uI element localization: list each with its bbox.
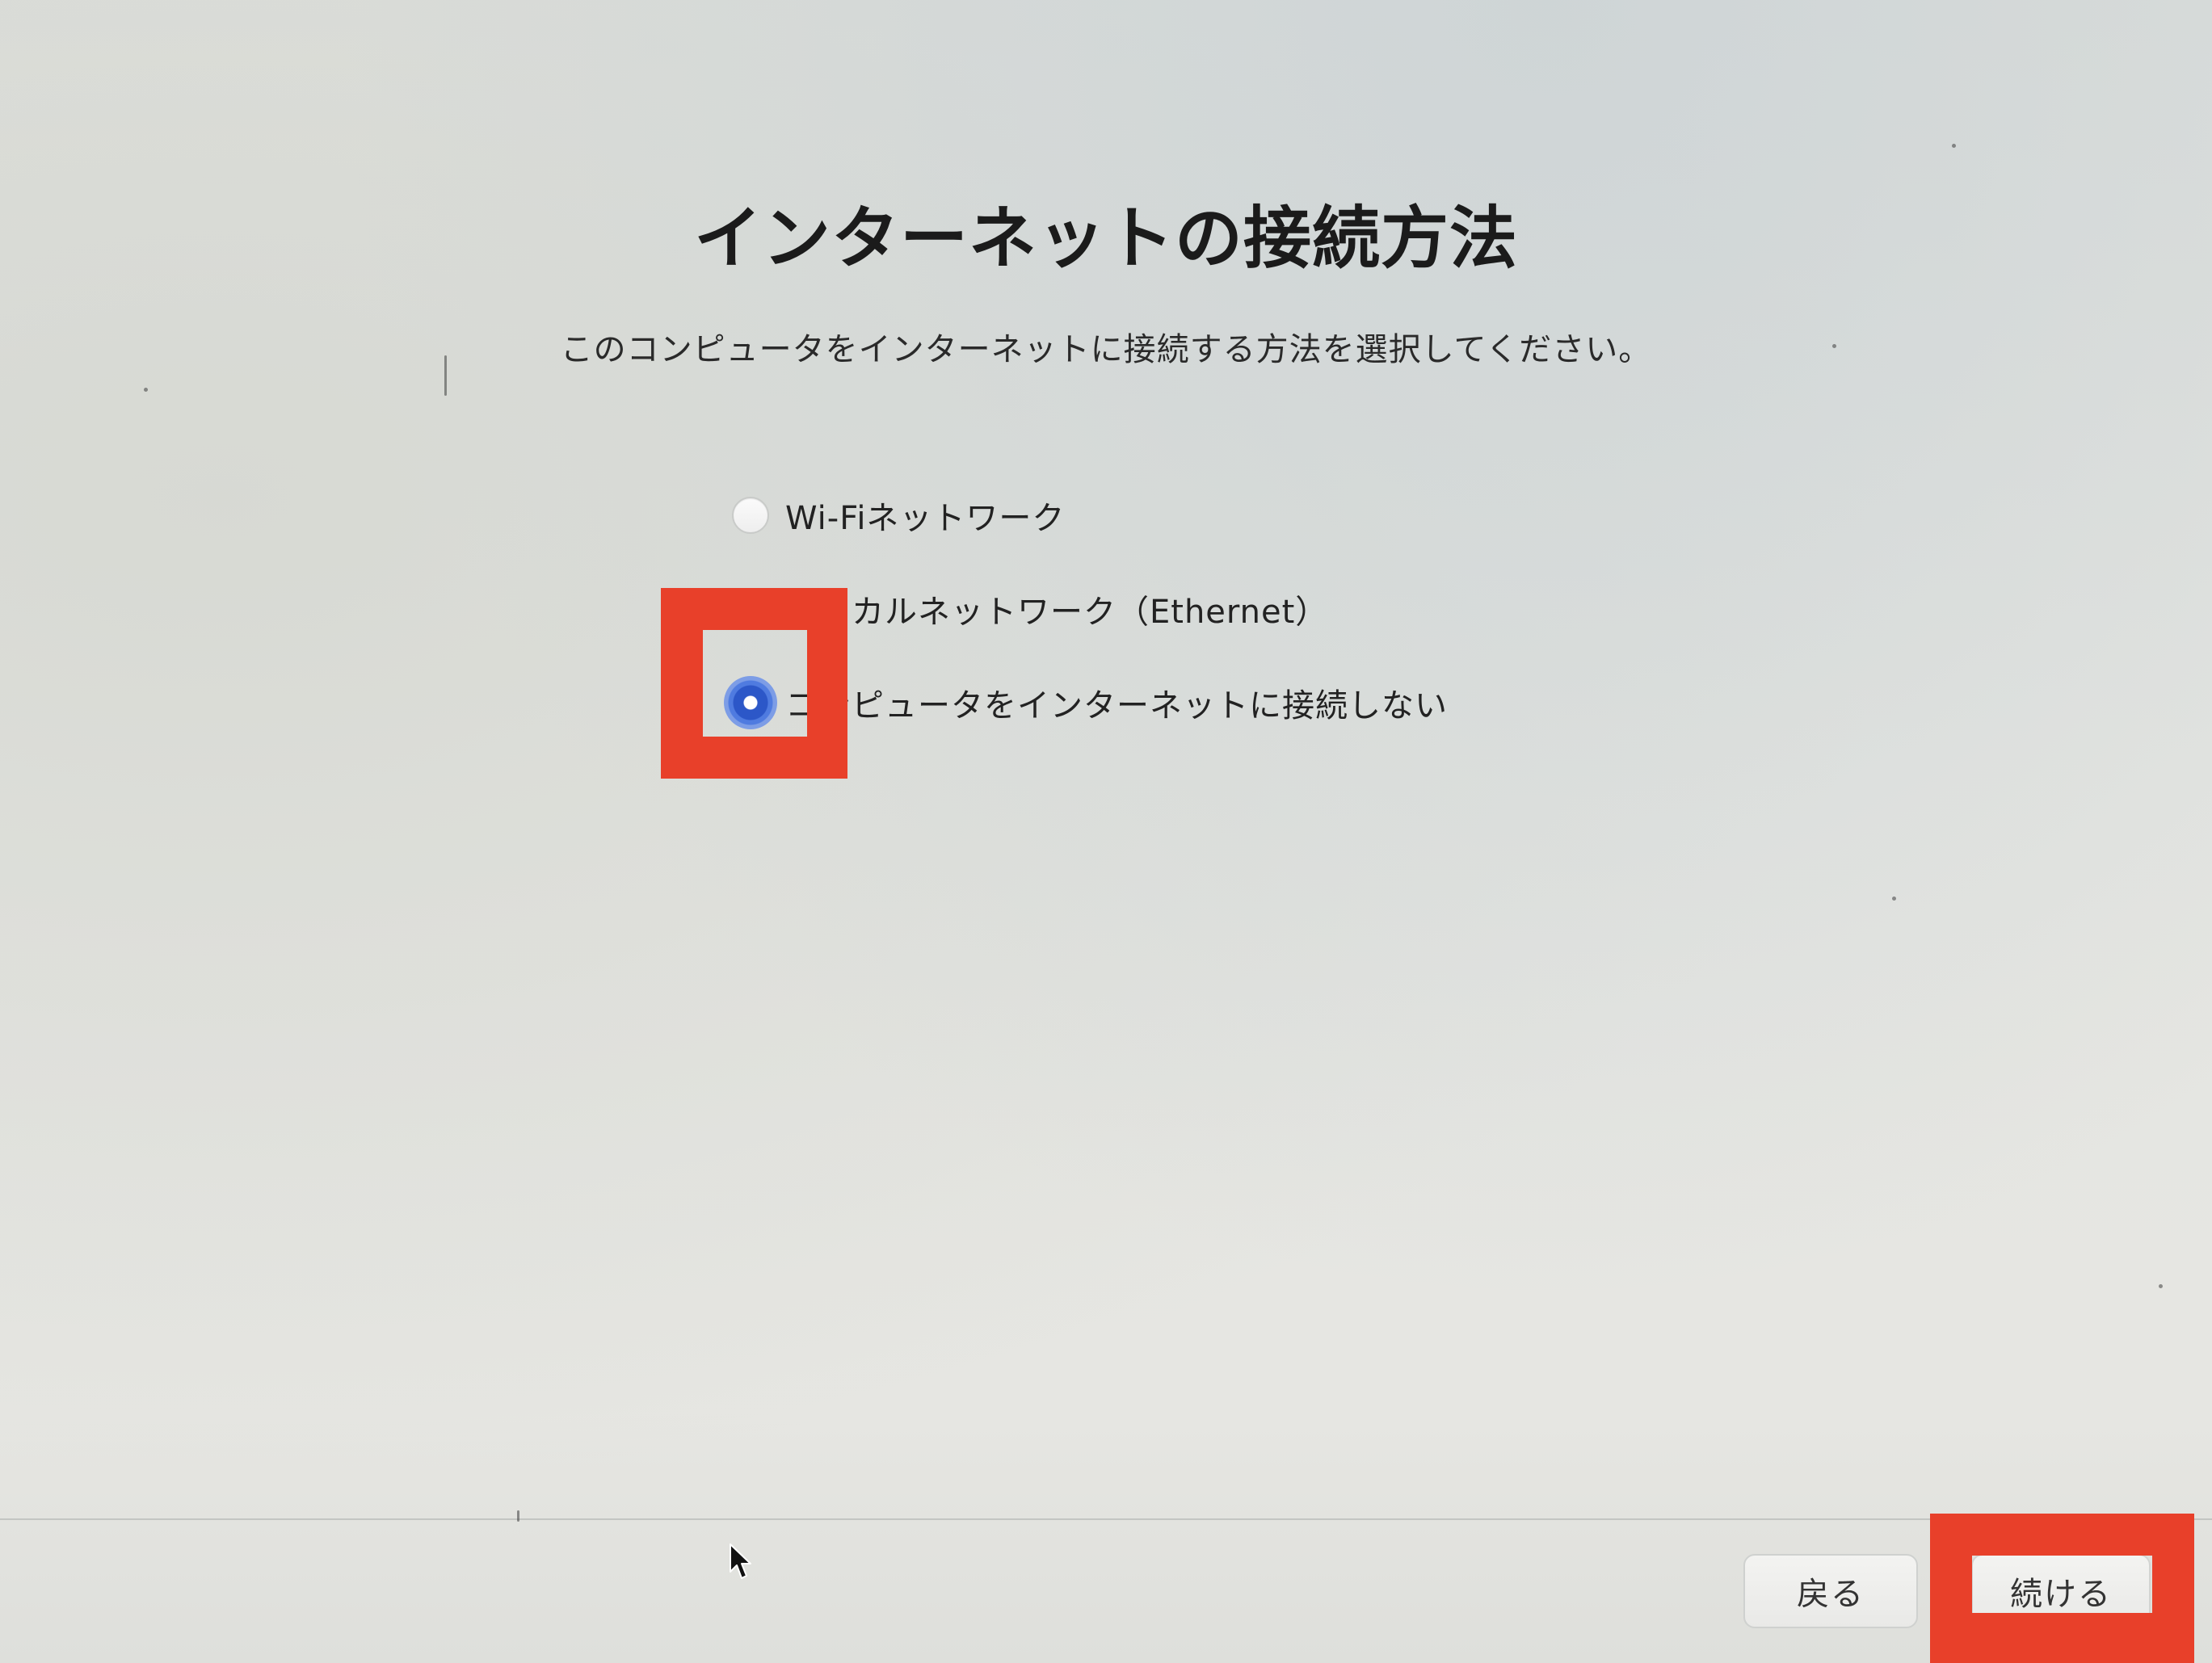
setup-assistant-screen: インターネットの接続方法 このコンピュータをインターネットに接続する方法を選択し… (0, 0, 2212, 1663)
page-title: インターネットの接続方法 (693, 199, 1518, 278)
screen-speck (144, 388, 148, 392)
screen-speck (1892, 897, 1896, 901)
page-subtitle: このコンピュータをインターネットに接続する方法を選択してください。 (560, 331, 1652, 368)
screen-speck (1952, 144, 1956, 148)
screen-speck (2159, 1284, 2163, 1288)
continue-button[interactable]: 続ける (1971, 1554, 2151, 1628)
option-ethernet-label: ローカルネットワーク（Ethernet） (785, 594, 1329, 631)
connection-options: Wi-Fiネットワーク ローカルネットワーク（Ethernet） コンピュータを… (724, 468, 1782, 750)
option-no-connection-label: コンピュータをインターネットに接続しない (785, 687, 1448, 724)
back-button[interactable]: 戻る (1743, 1554, 1918, 1628)
mouse-pointer-icon (730, 1543, 751, 1579)
option-wifi[interactable]: Wi-Fiネットワーク (732, 468, 1782, 562)
option-wifi-label: Wi-Fiネットワーク (785, 500, 1066, 537)
screen-speck (517, 1510, 519, 1522)
radio-ethernet[interactable] (732, 590, 769, 628)
radio-wifi[interactable] (732, 497, 769, 534)
option-no-connection[interactable]: コンピュータをインターネットに接続しない (724, 656, 1782, 750)
screen-speck (1832, 344, 1836, 348)
screen-speck (444, 355, 447, 396)
option-ethernet[interactable]: ローカルネットワーク（Ethernet） (732, 562, 1782, 656)
radio-no-connection[interactable] (724, 676, 777, 729)
footer-divider (0, 1518, 2212, 1520)
